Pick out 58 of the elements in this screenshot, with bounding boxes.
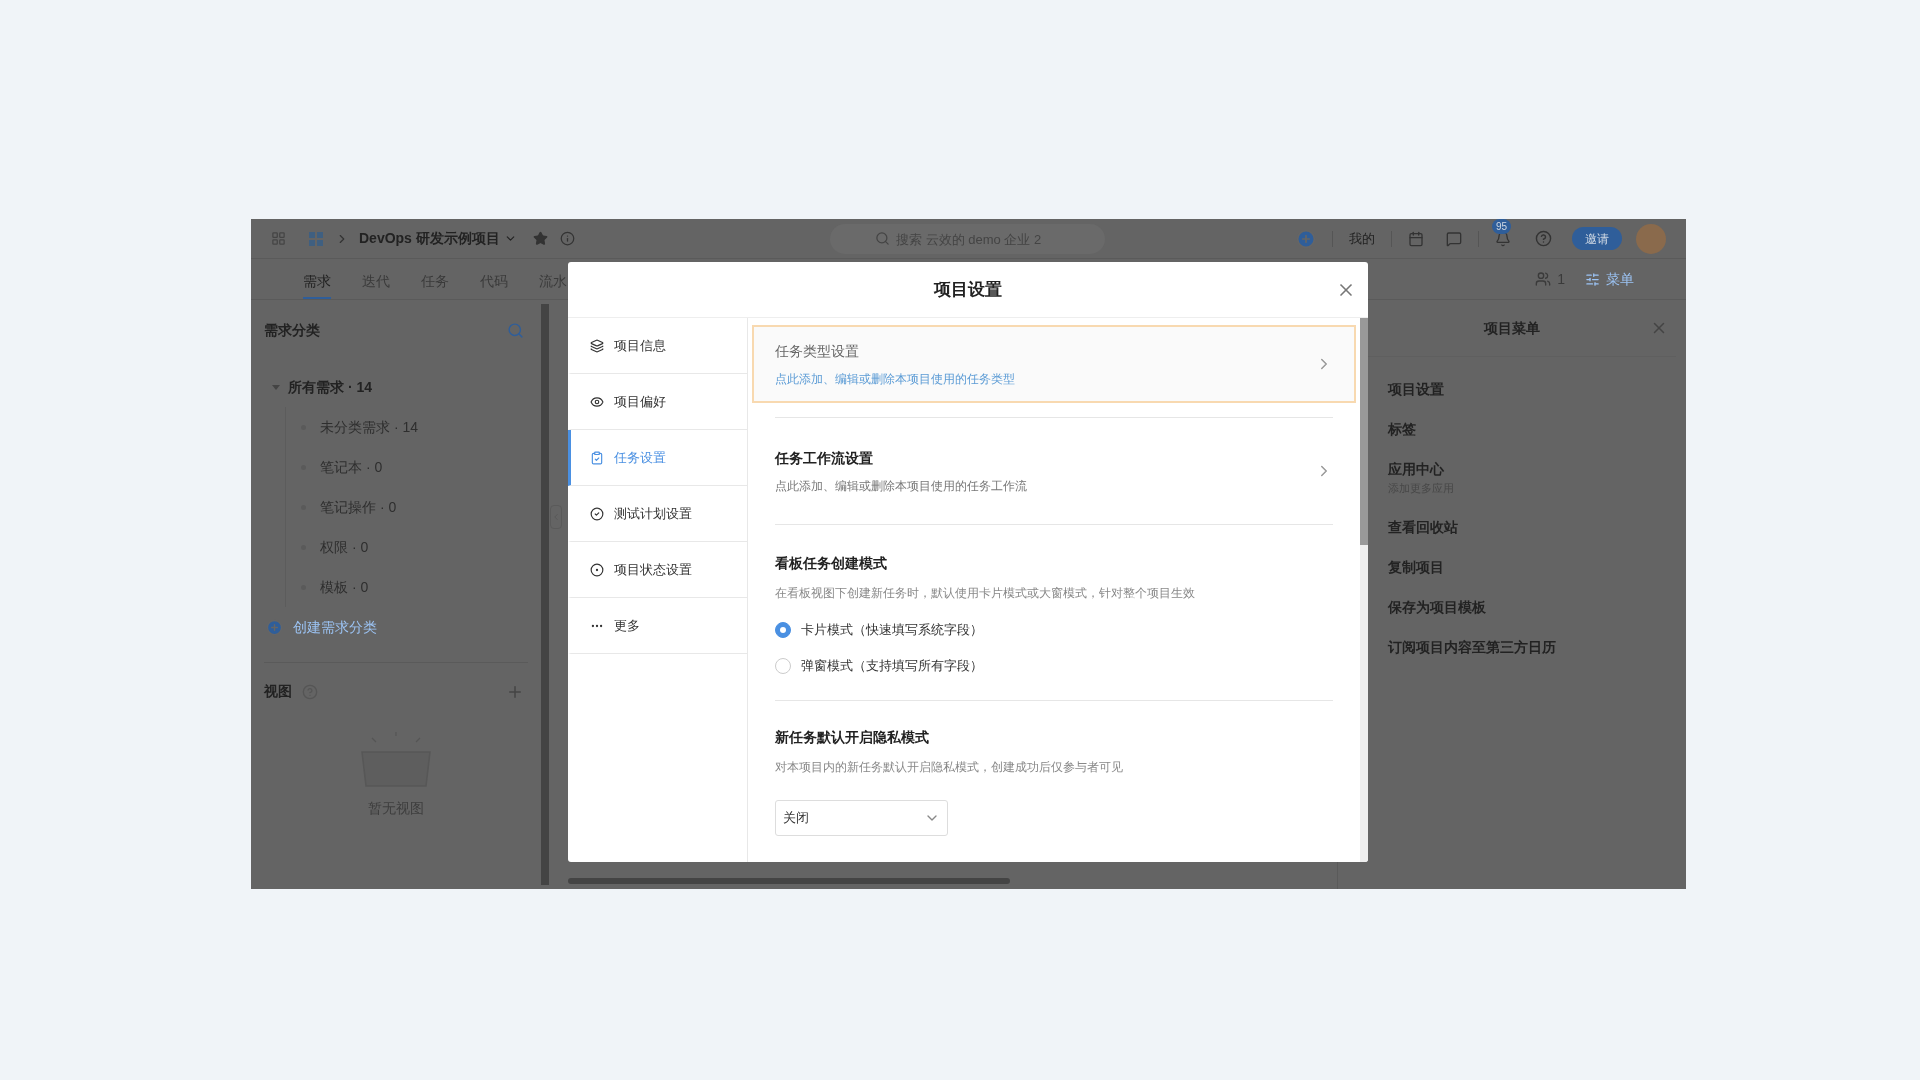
mine-link[interactable]: 我的: [1349, 228, 1375, 249]
setting-title: 看板任务创建模式: [775, 554, 888, 573]
apps-icon[interactable]: [271, 231, 286, 246]
settings-link[interactable]: 任务工作流设置 点此添加、编辑或删除本项目使用的任务工作流: [752, 432, 1356, 510]
setting-title: 任务类型设置: [775, 341, 860, 361]
menu-item[interactable]: 项目设置: [1388, 378, 1686, 400]
help-icon[interactable]: [1535, 230, 1552, 247]
section-title: 视图: [264, 682, 292, 701]
clipboard-check-icon: [590, 450, 604, 465]
layers-icon: [590, 338, 604, 353]
message-icon[interactable]: [1446, 230, 1462, 247]
radio-option[interactable]: 卡片模式（快速填写系统字段）: [775, 612, 1333, 648]
setting-description: 在看板视图下创建新任务时，默认使用卡片模式或大窗模式，针对整个项目生效: [775, 585, 1196, 602]
star-icon[interactable]: [532, 231, 548, 246]
target-icon: [590, 562, 604, 577]
menu-item[interactable]: 复制项目: [1388, 556, 1686, 578]
settings-link[interactable]: 任务类型设置 点此添加、编辑或删除本项目使用的任务类型: [752, 325, 1356, 403]
search-icon[interactable]: [507, 322, 524, 339]
menu-item[interactable]: 查看回收站: [1388, 516, 1686, 538]
settings-nav-item[interactable]: 测试计划设置: [568, 486, 747, 542]
setting-title: 任务工作流设置: [775, 448, 874, 468]
setting-description: 对本项目内的新任务默认开启隐私模式，创建成功后仅参与者可见: [775, 759, 1124, 776]
setting-title: 新任务默认开启隐私模式: [775, 728, 930, 747]
tree-item[interactable]: 所有需求 · 14: [288, 376, 372, 398]
collapse-handle[interactable]: [550, 505, 562, 529]
settings-nav-item[interactable]: 任务设置: [568, 430, 747, 486]
settings-nav-item[interactable]: 更多: [568, 598, 747, 654]
check-circle-icon: [590, 506, 604, 521]
dialog-title: 项目设置: [934, 278, 1002, 301]
project-switcher[interactable]: DevOps 研发示例项目: [359, 228, 517, 249]
invite-button[interactable]: 邀请: [1572, 227, 1622, 250]
menu-item[interactable]: 标签: [1388, 418, 1686, 440]
members-icon[interactable]: [1535, 271, 1552, 287]
panel-title: 项目菜单: [1484, 318, 1540, 338]
app-logo-icon[interactable]: [309, 231, 323, 246]
menu-item[interactable]: 应用中心: [1388, 459, 1686, 481]
settings-nav-item[interactable]: 项目偏好: [568, 374, 747, 430]
setting-description: 点此添加、编辑或删除本项目使用的任务工作流: [775, 477, 1028, 495]
info-icon[interactable]: [559, 231, 575, 246]
add-icon[interactable]: [1296, 228, 1316, 249]
menu-item[interactable]: 订阅项目内容至第三方日历: [1388, 636, 1686, 658]
notification-badge: 95: [1492, 218, 1512, 234]
dropdown-select[interactable]: 关闭: [775, 800, 948, 836]
settings-nav-item[interactable]: 项目状态设置: [568, 542, 747, 598]
create-category-link[interactable]: 创建需求分类: [293, 617, 377, 638]
settings-nav-item[interactable]: 项目信息: [568, 318, 747, 374]
setting-description: 点此添加、编辑或删除本项目使用的任务类型: [775, 370, 1016, 388]
radio-option[interactable]: 弹窗模式（支持填写所有字段）: [775, 648, 1333, 684]
menu-button[interactable]: 菜单: [1585, 268, 1634, 290]
search-icon: [875, 231, 890, 246]
add-category-icon[interactable]: [266, 619, 283, 636]
sliders-icon: [1585, 271, 1600, 287]
user-avatar[interactable]: [1636, 223, 1666, 254]
panel-title: 需求分类: [264, 321, 320, 340]
eye-icon: [590, 394, 604, 409]
expand-caret-icon[interactable]: [272, 383, 280, 391]
menu-item[interactable]: 保存为项目模板: [1388, 596, 1686, 618]
calendar-icon[interactable]: [1408, 230, 1424, 247]
